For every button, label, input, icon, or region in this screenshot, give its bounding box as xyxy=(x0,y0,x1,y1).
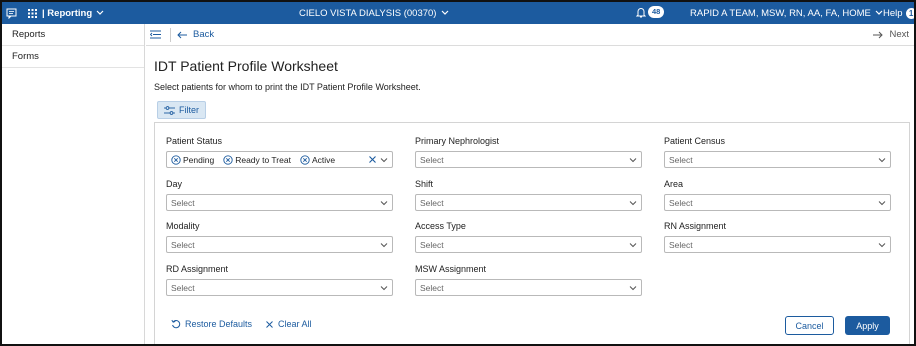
user-menu[interactable]: RAPID A TEAM, MSW, RN, AA, FA, HOME xyxy=(690,2,883,24)
cancel-button[interactable]: Cancel xyxy=(785,316,834,335)
patient-census-select[interactable]: Select xyxy=(664,151,891,168)
sidebar-item-label: Reports xyxy=(12,29,46,40)
arrow-right-icon xyxy=(873,31,884,38)
modality-label: Modality xyxy=(166,221,200,231)
shift-select[interactable]: Select xyxy=(415,194,642,211)
select-placeholder: Select xyxy=(171,282,195,293)
app-grid-icon[interactable] xyxy=(28,8,37,18)
help-label: Help xyxy=(883,7,903,19)
help-count-badge: 1 xyxy=(905,7,914,19)
status-chip-ready-to-treat[interactable]: Ready to Treat xyxy=(223,155,291,165)
chip-label: Active xyxy=(311,154,336,165)
shift-label: Shift xyxy=(415,179,434,189)
remove-circle-icon[interactable] xyxy=(171,154,181,165)
nav-bar: Back Next xyxy=(146,24,914,46)
access-type-select[interactable]: Select xyxy=(415,236,642,253)
bell-icon xyxy=(636,7,646,17)
chevron-down-icon xyxy=(380,158,388,163)
filter-label: Filter xyxy=(179,105,199,115)
next-label: Next xyxy=(889,29,909,40)
select-placeholder: Select xyxy=(420,239,444,250)
access-type-label: Access Type xyxy=(415,221,466,231)
patient-status-select[interactable]: Pending Ready to Treat Active xyxy=(166,151,393,168)
patient-census-label: Patient Census xyxy=(664,136,726,146)
msw-assignment-label: MSW Assignment xyxy=(415,264,487,274)
close-icon xyxy=(266,320,273,328)
select-placeholder: Select xyxy=(669,239,693,250)
area-select[interactable]: Select xyxy=(664,194,891,211)
sidebar: Reports Forms xyxy=(2,24,145,344)
chevron-down-icon xyxy=(96,10,104,15)
back-button[interactable]: Back xyxy=(177,29,214,40)
rn-assignment-label: RN Assignment xyxy=(664,221,727,231)
status-chip-pending[interactable]: Pending xyxy=(171,155,214,165)
day-select[interactable]: Select xyxy=(166,194,393,211)
chevron-down-icon xyxy=(878,201,886,206)
remove-circle-icon[interactable] xyxy=(223,154,233,165)
page-subtitle: Select patients for whom to print the ID… xyxy=(154,82,421,92)
rd-assignment-label: RD Assignment xyxy=(166,264,229,274)
restore-defaults-label: Restore Defaults xyxy=(185,319,253,329)
rn-assignment-select[interactable]: Select xyxy=(664,236,891,253)
area-label: Area xyxy=(664,179,684,189)
remove-circle-icon[interactable] xyxy=(300,154,310,165)
clear-all-label: Clear All xyxy=(278,319,312,329)
facility-selector[interactable]: CIELO VISTA DIALYSIS (00370) xyxy=(299,2,449,24)
divider xyxy=(170,27,171,42)
msw-assignment-select[interactable]: Select xyxy=(415,279,642,296)
chevron-down-icon xyxy=(380,201,388,206)
patient-status-label: Patient Status xyxy=(166,136,223,146)
sidebar-item-label: Forms xyxy=(12,51,39,62)
filter-button[interactable]: Filter xyxy=(157,101,206,119)
chevron-down-icon xyxy=(629,243,637,248)
primary-nephrologist-label: Primary Nephrologist xyxy=(415,136,500,146)
chevron-down-icon xyxy=(629,158,637,163)
chip-label: Ready to Treat xyxy=(235,154,291,165)
help-menu[interactable]: Help 1 xyxy=(883,2,914,24)
chevron-down-icon xyxy=(878,243,886,248)
facility-name: CIELO VISTA DIALYSIS (00370) xyxy=(299,7,437,19)
modality-select[interactable]: Select xyxy=(166,236,393,253)
notification-badge: 48 xyxy=(648,6,665,18)
undo-icon xyxy=(171,319,181,329)
chevron-down-icon xyxy=(629,201,637,206)
top-bar: | Reporting CIELO VISTA DIALYSIS (00370)… xyxy=(2,2,914,24)
select-placeholder: Select xyxy=(171,239,195,250)
arrow-left-icon xyxy=(177,31,187,38)
select-placeholder: Select xyxy=(669,197,693,208)
chevron-down-icon xyxy=(442,10,449,15)
select-placeholder: Select xyxy=(420,197,444,208)
apply-button[interactable]: Apply xyxy=(845,316,890,335)
sidebar-item-forms[interactable]: Forms xyxy=(2,46,144,68)
user-name: RAPID A TEAM, MSW, RN, AA, FA, HOME xyxy=(690,7,871,19)
select-placeholder: Select xyxy=(171,197,195,208)
day-label: Day xyxy=(166,179,183,189)
chevron-down-icon xyxy=(875,10,883,15)
chip-label: Pending xyxy=(183,154,215,165)
chevron-down-icon xyxy=(380,286,388,291)
chat-icon[interactable] xyxy=(2,2,20,24)
notifications-button[interactable]: 48 xyxy=(636,6,665,18)
menu-collapse-icon[interactable] xyxy=(150,30,164,39)
sliders-icon xyxy=(164,105,175,115)
clear-all-link[interactable]: Clear All xyxy=(265,319,312,329)
next-button[interactable]: Next xyxy=(873,29,909,40)
status-chip-active[interactable]: Active xyxy=(300,155,335,165)
page-title: IDT Patient Profile Worksheet xyxy=(154,58,338,74)
sidebar-item-reports[interactable]: Reports xyxy=(2,24,144,46)
app-name: | Reporting xyxy=(42,7,93,19)
clear-icon[interactable] xyxy=(368,155,377,164)
chevron-down-icon xyxy=(878,158,886,163)
chevron-down-icon xyxy=(380,243,388,248)
select-placeholder: Select xyxy=(669,154,693,165)
select-placeholder: Select xyxy=(420,154,444,165)
primary-nephrologist-select[interactable]: Select xyxy=(415,151,642,168)
app-window: | Reporting CIELO VISTA DIALYSIS (00370)… xyxy=(0,0,916,346)
restore-defaults-link[interactable]: Restore Defaults xyxy=(171,319,252,329)
select-placeholder: Select xyxy=(420,282,444,293)
chevron-down-icon xyxy=(629,286,637,291)
app-switcher[interactable]: | Reporting xyxy=(42,8,104,19)
back-label: Back xyxy=(193,29,215,40)
rd-assignment-select[interactable]: Select xyxy=(166,279,393,296)
